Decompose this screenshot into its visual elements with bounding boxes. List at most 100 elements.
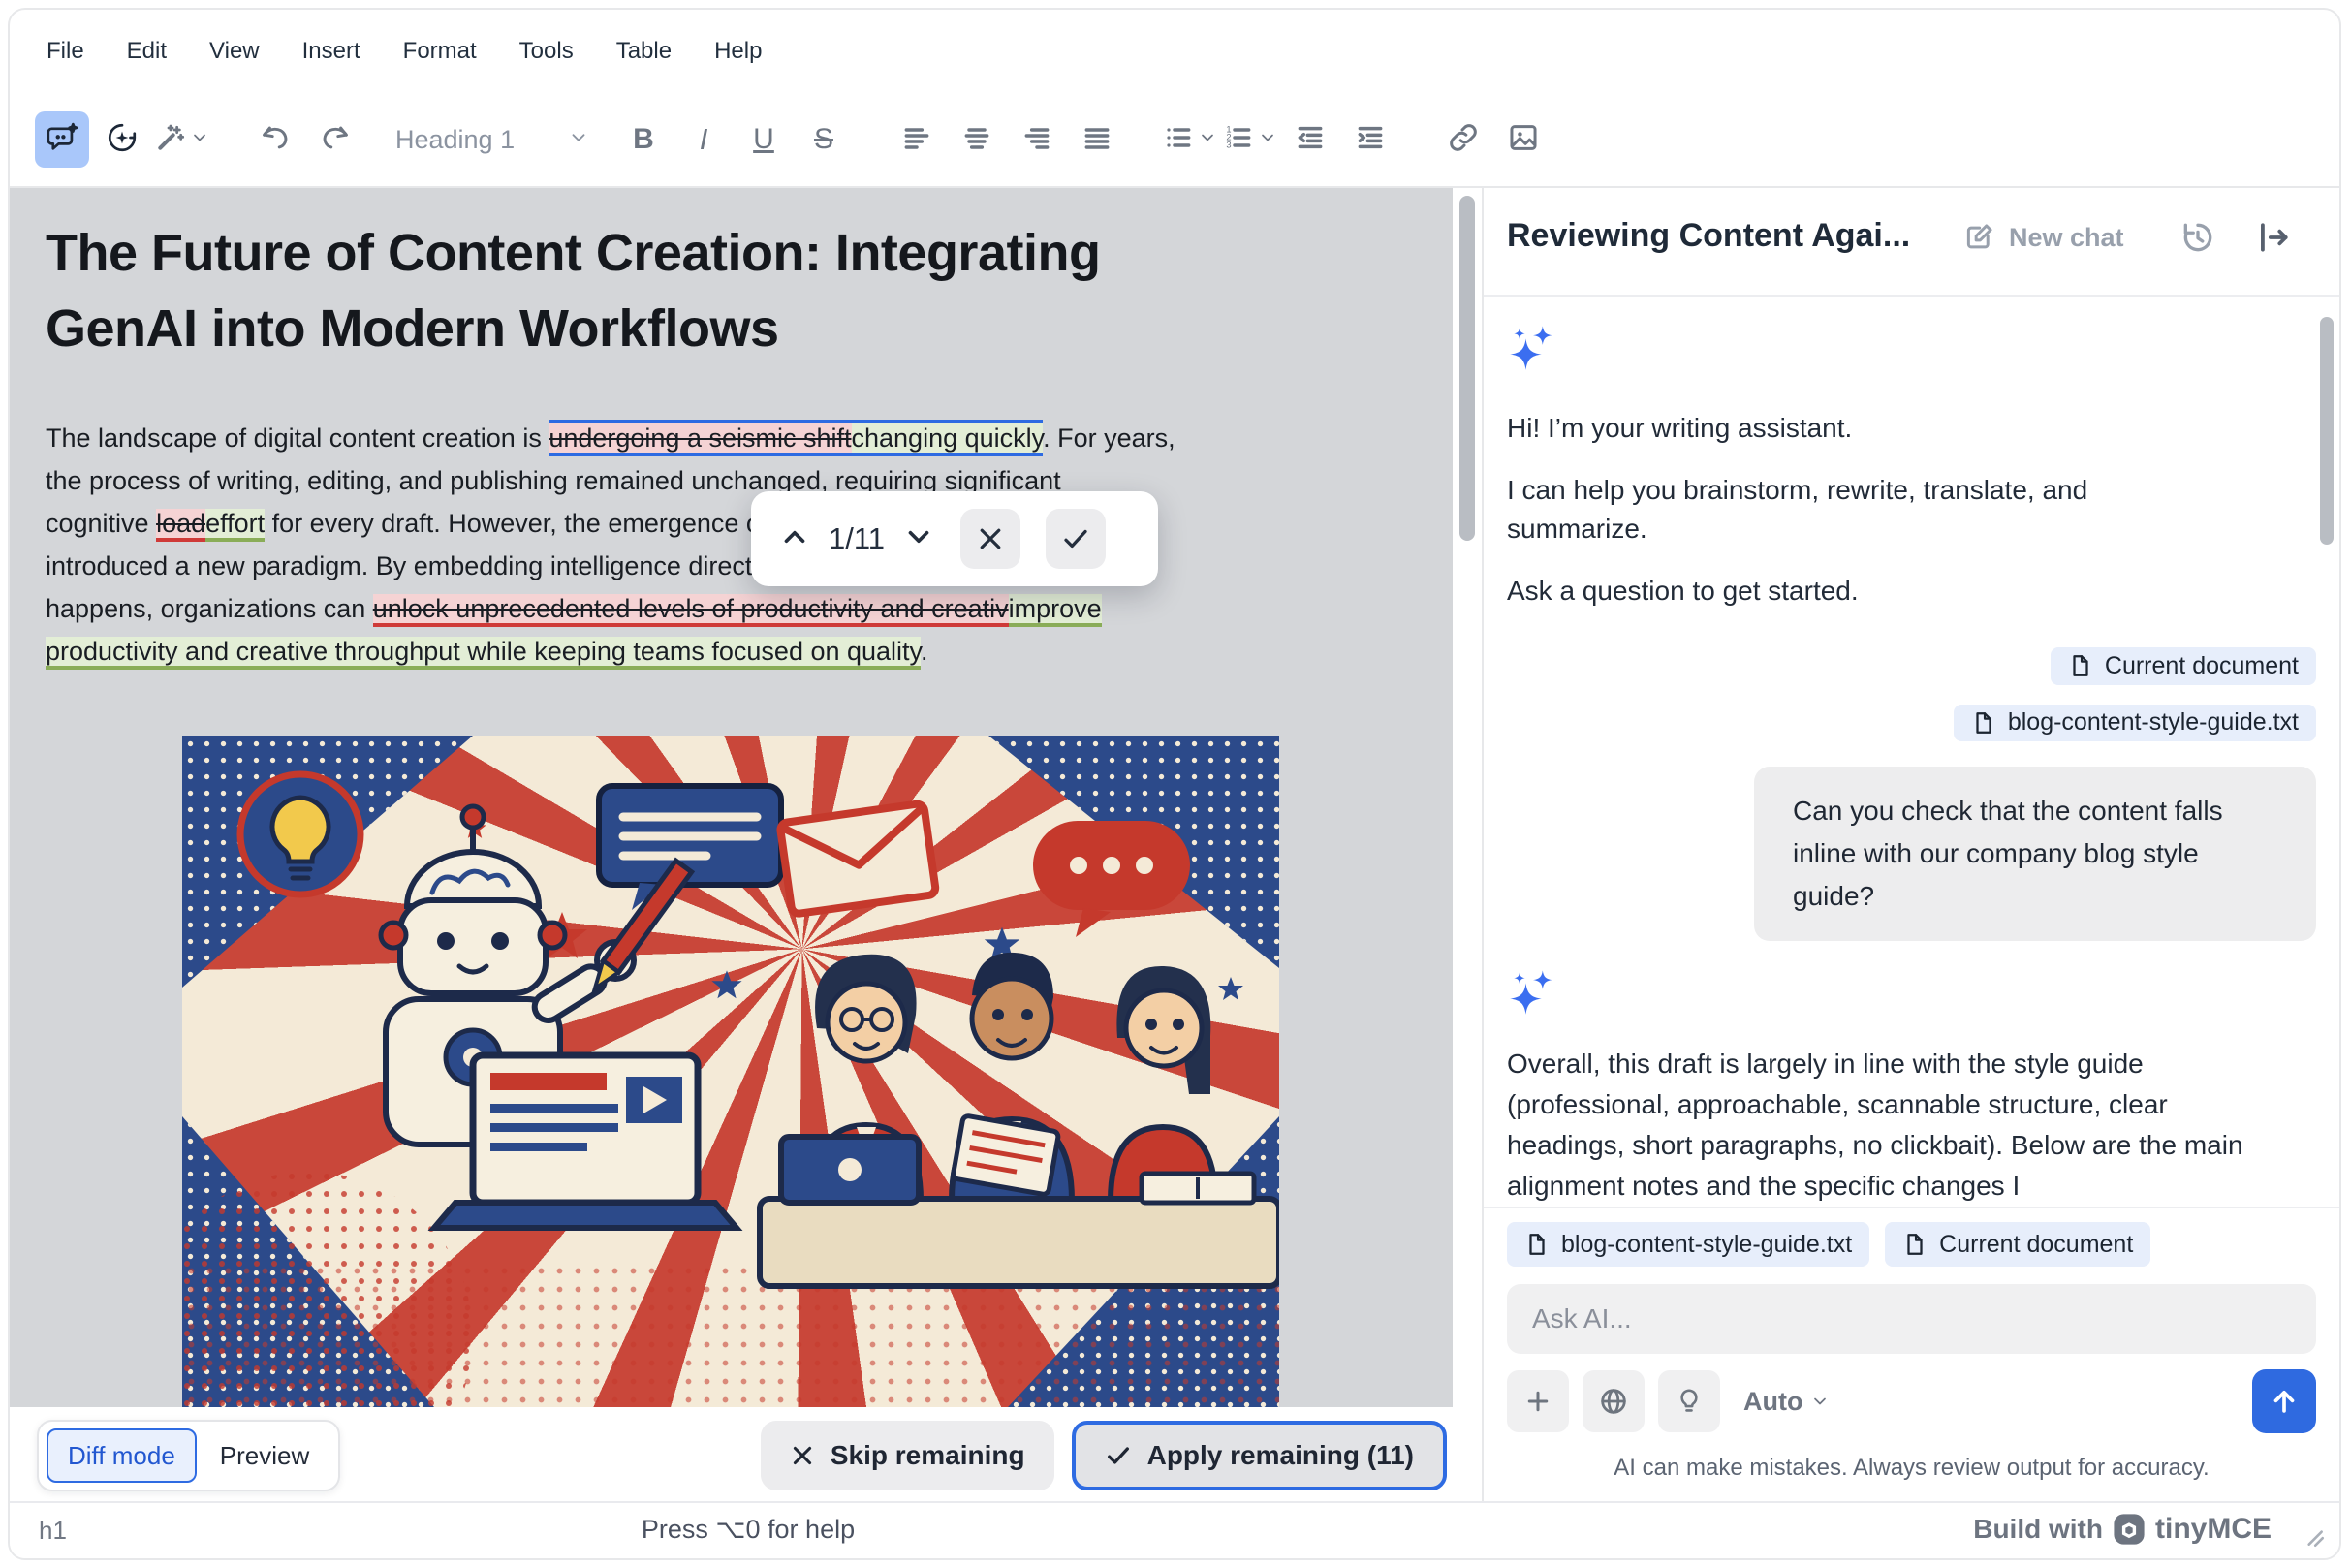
context-chip-label: Current document (2104, 651, 2299, 679)
diff-segment[interactable]: productivity and creative throughput whi… (46, 637, 922, 670)
user-message: Can you check that the content falls inl… (1754, 767, 2316, 941)
align-justify-icon (1081, 122, 1113, 158)
check-icon (1107, 1447, 1129, 1464)
new-chat-button[interactable]: New chat (1962, 221, 2124, 254)
attach-button[interactable] (1507, 1370, 1569, 1432)
apply-remaining-button[interactable]: Apply remaining (11) (1071, 1421, 1447, 1490)
model-mode-label: Auto (1743, 1386, 1803, 1416)
menu-item-insert[interactable]: Insert (302, 38, 360, 65)
collapse-sidebar-button[interactable] (2255, 219, 2292, 261)
paragraph-text: happens, organizations can (46, 594, 373, 623)
web-search-button[interactable] (1583, 1370, 1645, 1432)
ai-review-button[interactable] (95, 111, 149, 168)
align-right-button[interactable] (1010, 111, 1064, 168)
element-path[interactable]: h1 (39, 1516, 67, 1546)
menu-item-help[interactable]: Help (714, 38, 762, 65)
resize-handle-icon[interactable] (2301, 1523, 2326, 1549)
indent-button[interactable] (1343, 111, 1397, 168)
editor-scrollbar[interactable] (1453, 188, 1482, 1407)
skip-remaining-button[interactable]: Skip remaining (760, 1421, 1054, 1490)
ask-ai-input[interactable] (1507, 1284, 2316, 1354)
undo-button[interactable] (248, 111, 302, 168)
new-chat-label: New chat (2009, 222, 2124, 252)
align-left-button[interactable] (890, 111, 944, 168)
robot-illustration (182, 770, 1279, 1407)
editor-canvas[interactable]: The Future of Content Creation: Integrat… (10, 188, 1453, 1407)
chat-composer: blog-content-style-guide.txt Current doc… (1484, 1207, 2339, 1503)
ai-sparkle-icon (1510, 326, 1552, 370)
preview-button[interactable]: Preview (199, 1441, 330, 1471)
help-shortcut-text: Press ⌥0 for help (641, 1515, 856, 1544)
ai-shortcuts-button[interactable] (155, 111, 209, 168)
assistant-reply: Overall, this draft is largely in line w… (1507, 1049, 2243, 1201)
document-image[interactable] (182, 736, 1279, 1407)
italic-button[interactable]: I (676, 111, 731, 168)
close-icon (980, 528, 1001, 549)
svg-text:3: 3 (1226, 140, 1231, 149)
branding[interactable]: Build with tinyMCE (1973, 1513, 2272, 1546)
align-center-button[interactable] (950, 111, 1004, 168)
context-chip-style-guide[interactable]: blog-content-style-guide.txt (1953, 704, 2316, 741)
composer-actions: Auto (1507, 1369, 2316, 1433)
menu-item-edit[interactable]: Edit (127, 38, 167, 65)
menu-item-table[interactable]: Table (616, 38, 672, 65)
align-justify-button[interactable] (1070, 111, 1124, 168)
history-icon (2183, 223, 2212, 252)
chat-title: Reviewing Content Agai... (1507, 217, 1911, 254)
underline-button[interactable]: U (737, 111, 791, 168)
sidebar-scrollbar-thumb[interactable] (2320, 317, 2334, 545)
numbered-list-button[interactable]: 1 2 3 (1223, 111, 1277, 168)
assistant-message: Ask a question to get started. (1507, 576, 1859, 606)
diff-segment[interactable]: load (156, 509, 206, 542)
composer-chip-current-document[interactable]: Current document (1885, 1222, 2151, 1267)
outdent-button[interactable] (1283, 111, 1337, 168)
chat-scroll-area[interactable]: Hi! I’m your writing assistant. I can he… (1484, 297, 2339, 1207)
strikethrough-button[interactable]: S (797, 111, 851, 168)
diff-segment[interactable]: improve (1008, 594, 1102, 627)
document-paragraph[interactable]: The landscape of digital content creatio… (46, 417, 1441, 673)
accept-change-button[interactable] (1046, 509, 1107, 569)
arrow-up-icon (2273, 1390, 2295, 1413)
document-icon (2073, 655, 2088, 677)
collapse-panel-icon (2261, 223, 2288, 252)
block-format-label: Heading 1 (395, 124, 516, 154)
link-button[interactable] (1436, 111, 1490, 168)
editor-pane: The Future of Content Creation: Integrat… (10, 188, 1482, 1509)
chat-history-button[interactable] (2179, 219, 2216, 261)
document-body[interactable]: The Future of Content Creation: Integrat… (46, 215, 1431, 673)
send-button[interactable] (2252, 1369, 2316, 1433)
menu-item-format[interactable]: Format (403, 38, 477, 65)
menu-item-tools[interactable]: Tools (519, 38, 574, 65)
ai-assistant-button[interactable] (35, 111, 89, 168)
previous-change-button[interactable] (778, 520, 811, 558)
diff-segment[interactable]: unlock unprecedented levels of productiv… (372, 594, 1009, 627)
composer-chip-label: Current document (1939, 1230, 2134, 1258)
editor-scrollbar-thumb[interactable] (1459, 196, 1475, 541)
diff-segment[interactable]: undergoing a seismic shift (549, 420, 852, 456)
bullet-list-button[interactable] (1163, 111, 1217, 168)
reject-change-button[interactable] (960, 509, 1021, 569)
diff-mode-button[interactable]: Diff mode (47, 1428, 197, 1483)
ai-sidebar: Reviewing Content Agai... New chat Hi! I… (1484, 188, 2339, 1503)
image-button[interactable] (1496, 111, 1551, 168)
paragraph-text: . (921, 637, 928, 666)
align-center-icon (961, 122, 992, 158)
block-format-select[interactable]: Heading 1 (388, 125, 597, 155)
globe-icon (1601, 1389, 1626, 1414)
next-change-button[interactable] (902, 520, 935, 558)
menu-bar: File Edit View Insert Format Tools Table… (10, 10, 762, 93)
context-chip-current-document[interactable]: Current document (2050, 647, 2316, 685)
editor-footer: Diff mode Preview Skip remaining Apply r… (10, 1407, 1482, 1509)
tinymce-logo-icon (2114, 1514, 2145, 1545)
composer-chip-style-guide[interactable]: blog-content-style-guide.txt (1507, 1222, 1870, 1267)
redo-button[interactable] (308, 111, 362, 168)
menu-item-file[interactable]: File (47, 38, 84, 65)
diff-segment[interactable]: effort (205, 509, 266, 542)
document-title[interactable]: The Future of Content Creation: Integrat… (46, 215, 1431, 366)
suggestions-button[interactable] (1658, 1370, 1720, 1432)
undo-icon (259, 121, 292, 159)
model-mode-select[interactable]: Auto (1743, 1387, 1830, 1417)
diff-segment[interactable]: changing quickly (851, 420, 1044, 456)
menu-item-view[interactable]: View (209, 38, 260, 65)
bold-button[interactable]: B (616, 111, 671, 168)
